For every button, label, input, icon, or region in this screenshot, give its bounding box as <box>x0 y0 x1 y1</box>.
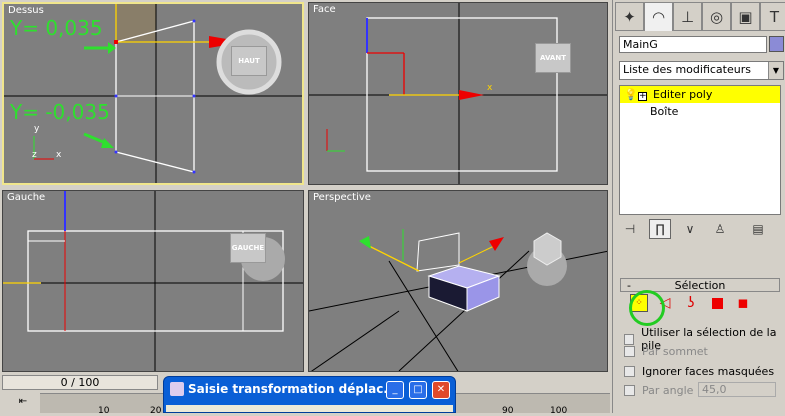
stack-item-label: Editer poly <box>653 88 713 101</box>
axis-label-x-front: x <box>487 83 493 93</box>
modifier-list-label: Liste des modificateurs <box>623 63 751 76</box>
viewport-front[interactable]: Face AVANT x <box>308 2 608 185</box>
checkbox-label: Ignorer faces masquées <box>642 365 775 378</box>
axis-label-x: x <box>56 150 62 160</box>
viewcube-front[interactable]: AVANT <box>535 43 571 73</box>
viewport-perspective[interactable]: Perspective <box>308 190 608 372</box>
polygon-icon[interactable] <box>708 294 726 312</box>
checkbox-box[interactable] <box>624 333 635 345</box>
dialog-body <box>166 405 453 412</box>
annotation-y-lower: Y= -0,035 <box>10 100 110 124</box>
checkbox-by-vertex[interactable]: Par sommet <box>624 345 708 358</box>
modifier-stack[interactable]: 💡+ Editer poly Boîte <box>619 85 781 215</box>
pin-stack-icon[interactable]: ⊣ <box>619 219 641 239</box>
create-icon[interactable]: ✦ <box>615 2 644 31</box>
left-view-geometry <box>3 191 303 371</box>
motion-icon[interactable]: ◎ <box>702 2 731 31</box>
utilities-icon[interactable]: T <box>760 2 785 31</box>
vertex-highlight-circle <box>629 290 665 326</box>
viewcube-left[interactable]: GAUCHE <box>230 233 266 263</box>
viewport-left[interactable]: Gauche GAUCHE <box>2 190 304 372</box>
tick-label: 10 <box>98 406 110 416</box>
checkbox-label: Par angle : <box>642 384 701 397</box>
minimize-icon[interactable]: _ <box>386 381 404 399</box>
checkbox-box[interactable] <box>624 385 635 396</box>
object-color-swatch[interactable] <box>769 36 784 52</box>
show-end-result-icon[interactable]: ∏ <box>649 219 671 239</box>
object-name-field[interactable]: MainG <box>619 36 767 53</box>
expand-icon[interactable]: + <box>638 92 647 101</box>
remove-modifier-icon[interactable]: ♙ <box>709 219 731 239</box>
modifier-list-dropdown[interactable]: Liste des modificateurs ▼ <box>619 61 784 80</box>
viewport-top[interactable]: Dessus HAUT Y= 0,035 Y= -0,035 y x z <box>2 2 304 185</box>
viewport-top-title[interactable]: Dessus <box>8 5 44 16</box>
checkbox-ignore-backfacing[interactable]: Ignorer faces masquées <box>624 365 774 378</box>
stack-item-label: Boîte <box>650 105 679 118</box>
checkbox-by-angle[interactable]: Par angle : <box>624 384 701 397</box>
make-unique-icon[interactable]: ∨ <box>679 219 701 239</box>
border-icon[interactable]: ʖ <box>682 294 700 312</box>
axis-label-y: y <box>34 124 40 134</box>
lightbulb-icon[interactable]: 💡 <box>624 86 638 103</box>
viewport-left-title[interactable]: Gauche <box>7 192 45 203</box>
element-icon[interactable]: ◼ <box>734 294 752 312</box>
viewport-front-title[interactable]: Face <box>313 4 336 15</box>
modify-icon[interactable]: ◠ <box>644 2 673 31</box>
annotation-y-upper: Y= 0,035 <box>10 16 103 40</box>
tick-label: 100 <box>550 406 568 416</box>
dialog-title: Saisie transformation déplac... <box>188 382 397 396</box>
angle-spinner[interactable]: 45,0 <box>698 382 776 397</box>
viewport-persp-title[interactable]: Perspective <box>313 192 371 203</box>
stack-toolbar: ⊣ ∏ ∨ ♙ ▤ <box>619 218 781 240</box>
app-icon <box>170 382 184 396</box>
front-view-geometry <box>309 3 607 184</box>
move-transform-dialog[interactable]: Saisie transformation déplac... _ □ ✕ <box>163 376 456 413</box>
stack-item-editable-poly[interactable]: 💡+ Editer poly <box>620 86 780 103</box>
close-icon[interactable]: ✕ <box>432 381 450 399</box>
hierarchy-icon[interactable]: ⊥ <box>673 2 702 31</box>
key-filter-icon[interactable]: ⇤ <box>12 396 34 410</box>
checkbox-box[interactable] <box>624 346 635 357</box>
viewcube-top[interactable]: HAUT <box>231 46 267 76</box>
checkbox-box[interactable] <box>624 366 635 377</box>
display-icon[interactable]: ▣ <box>731 2 760 31</box>
chevron-down-icon[interactable]: ▼ <box>768 62 783 79</box>
maximize-icon[interactable]: □ <box>409 381 427 399</box>
tick-label: 20 <box>150 406 162 416</box>
command-tabs: ✦ ◠ ⊥ ◎ ▣ T <box>615 2 785 31</box>
perspective-geometry <box>309 229 607 371</box>
configure-sets-icon[interactable]: ▤ <box>747 219 769 239</box>
axis-label-z: z <box>32 150 37 160</box>
time-slider[interactable]: 0 / 100 <box>2 375 158 390</box>
stack-item-box[interactable]: Boîte <box>620 103 780 120</box>
checkbox-label: Par sommet <box>642 345 708 358</box>
tick-label: 90 <box>502 406 514 416</box>
